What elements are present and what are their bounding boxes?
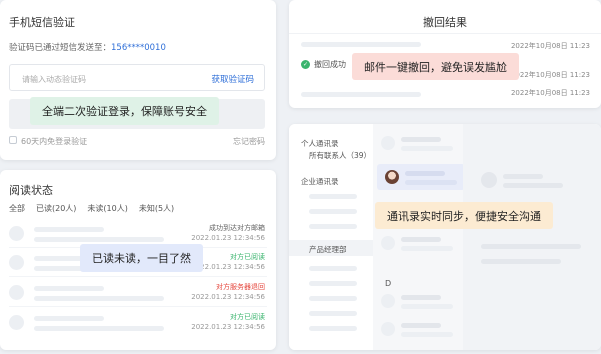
placeholder-line bbox=[34, 237, 164, 242]
placeholder-line bbox=[34, 296, 164, 301]
placeholder-line bbox=[401, 237, 441, 242]
contacts-nav: 个人通讯录 所有联系人（39） 企业通讯录 产品经理部 bbox=[289, 124, 373, 350]
feature-showcase: 手机短信验证 验证码已通过短信发送至：156****0010 请输入动态验证码 … bbox=[0, 0, 601, 354]
avatar bbox=[9, 285, 24, 300]
sms-sent-prefix: 验证码已通过短信发送至： bbox=[9, 43, 112, 53]
recall-date: 2022年10月08日 11:23 bbox=[510, 89, 590, 97]
enterprise-contacts-label[interactable]: 企业通讯录 bbox=[301, 176, 339, 187]
tab-unread[interactable]: 未读(10人) bbox=[87, 203, 127, 214]
delivery-time: 2022.01.23 12:34:56 bbox=[191, 293, 265, 301]
delivery-time: 2022.01.23 12:34:56 bbox=[191, 323, 265, 331]
remember-checkbox[interactable] bbox=[9, 136, 17, 144]
row-divider bbox=[9, 306, 267, 307]
masked-phone: 156****0010 bbox=[111, 43, 166, 53]
delivery-time: 2022.01.23 12:34:56 bbox=[191, 234, 265, 242]
avatar bbox=[381, 236, 395, 250]
index-letter: D bbox=[385, 279, 392, 288]
placeholder-line bbox=[309, 209, 357, 214]
table-row[interactable]: 对方服务器退回 2022.01.23 12:34:56 bbox=[0, 279, 276, 307]
placeholder-line bbox=[405, 171, 445, 176]
placeholder-line bbox=[34, 227, 104, 232]
placeholder-line bbox=[309, 296, 357, 301]
tab-read[interactable]: 已读(20人) bbox=[36, 203, 76, 214]
placeholder-line bbox=[34, 286, 104, 291]
placeholder-line bbox=[401, 146, 453, 151]
login-feature-callout: 全端二次验证登录，保障账号安全 bbox=[30, 97, 219, 125]
placeholder-line bbox=[503, 183, 563, 188]
placeholder-line bbox=[309, 326, 357, 331]
placeholder-line bbox=[401, 304, 453, 309]
avatar bbox=[381, 136, 395, 150]
recall-feature-callout: 邮件一键撤回，避免误发尴尬 bbox=[352, 53, 519, 80]
sms-verification-card: 手机短信验证 验证码已通过短信发送至：156****0010 请输入动态验证码 … bbox=[0, 0, 276, 160]
selected-contact-row[interactable] bbox=[377, 164, 465, 190]
sms-card-title: 手机短信验证 bbox=[9, 16, 75, 29]
delivery-status: 对方服务器退回 bbox=[216, 283, 265, 291]
divider bbox=[289, 33, 601, 34]
placeholder-line bbox=[34, 316, 104, 321]
tab-unknown[interactable]: 未知(5人) bbox=[139, 203, 174, 214]
delivery-status: 对方已阅读 bbox=[230, 253, 265, 261]
personal-contacts-label[interactable]: 个人通讯录 bbox=[301, 138, 339, 149]
get-code-link[interactable]: 获取验证码 bbox=[211, 73, 254, 85]
recall-success-label: 撤回成功 bbox=[314, 60, 346, 69]
contacts-card: 个人通讯录 所有联系人（39） 企业通讯录 产品经理部 D bbox=[289, 124, 601, 350]
avatar bbox=[9, 255, 24, 270]
contact-detail-panel bbox=[463, 124, 601, 350]
table-row[interactable]: 对方已阅读 2022.01.23 12:34:56 bbox=[0, 309, 276, 337]
placeholder-line bbox=[301, 92, 421, 97]
contacts-feature-callout: 通讯录实时同步，便捷安全沟通 bbox=[375, 202, 553, 229]
all-contacts-label[interactable]: 所有联系人（39） bbox=[309, 150, 371, 161]
placeholder-line bbox=[309, 311, 357, 316]
placeholder-line bbox=[309, 281, 357, 286]
tab-all[interactable]: 全部 bbox=[9, 203, 25, 214]
sms-sent-notice: 验证码已通过短信发送至：156****0010 bbox=[9, 41, 166, 53]
check-circle-icon: ✓ bbox=[301, 60, 310, 69]
placeholder-line bbox=[481, 244, 581, 249]
contact-photo bbox=[385, 170, 399, 184]
placeholder-line bbox=[401, 295, 441, 300]
recall-card-title: 撤回结果 bbox=[423, 16, 467, 29]
placeholder-line bbox=[309, 194, 357, 199]
delivery-status: 成功到达对方邮箱 bbox=[209, 224, 265, 232]
read-card-title: 阅读状态 bbox=[9, 184, 53, 197]
delivery-status: 对方已阅读 bbox=[230, 313, 265, 321]
row-divider bbox=[9, 276, 267, 277]
verification-code-input[interactable]: 请输入动态验证码 获取验证码 bbox=[9, 64, 265, 91]
read-status-tabs: 全部 已读(20人) 未读(10人) 未知(5人) bbox=[9, 203, 174, 214]
avatar bbox=[9, 315, 24, 330]
recall-date: 2022年10月08日 11:23 bbox=[510, 71, 590, 79]
recall-success-row: ✓ 撤回成功 bbox=[301, 59, 346, 70]
read-feature-callout: 已读未读，一目了然 bbox=[80, 244, 203, 272]
placeholder-line bbox=[401, 246, 453, 251]
placeholder-line bbox=[301, 42, 421, 47]
placeholder-line bbox=[401, 332, 453, 337]
avatar bbox=[9, 226, 24, 241]
avatar bbox=[381, 294, 395, 308]
dept-label[interactable]: 产品经理部 bbox=[309, 244, 347, 255]
remember-label: 60天内免登录验证 bbox=[21, 137, 88, 146]
recall-date: 2022年10月08日 11:23 bbox=[510, 42, 590, 50]
placeholder-line bbox=[401, 323, 441, 328]
placeholder-line bbox=[401, 137, 441, 142]
forgot-password-link[interactable]: 忘记密码 bbox=[233, 136, 265, 147]
avatar bbox=[481, 172, 497, 188]
placeholder-line bbox=[405, 180, 457, 185]
code-input-placeholder: 请输入动态验证码 bbox=[22, 75, 86, 84]
placeholder-line bbox=[34, 326, 164, 331]
placeholder-line bbox=[481, 259, 561, 264]
placeholder-line bbox=[309, 266, 357, 271]
avatar bbox=[381, 322, 395, 336]
placeholder-line bbox=[309, 224, 357, 229]
placeholder-line bbox=[503, 174, 543, 179]
